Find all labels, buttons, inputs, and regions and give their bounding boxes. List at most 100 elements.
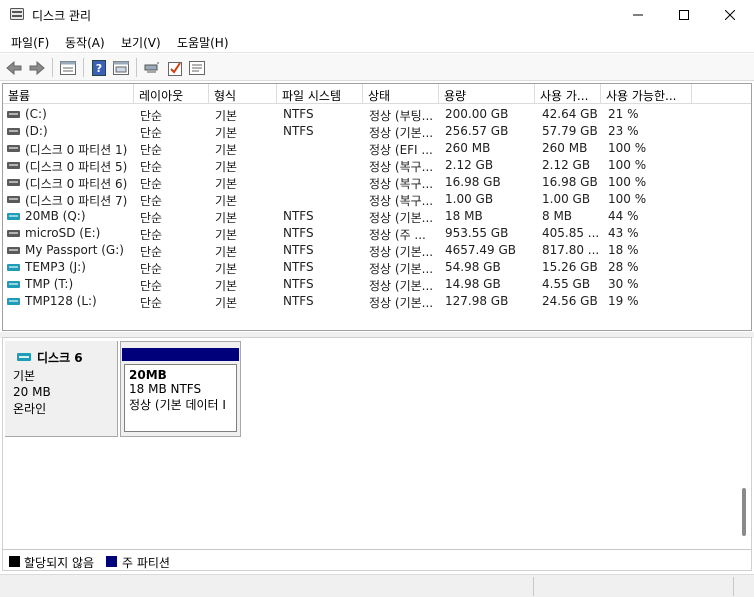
cell-name: TMP128 (L:) <box>25 294 97 308</box>
table-row[interactable]: (디스크 0 파티션 1) 단순 기본 정상 (EFI ... 260 MB 260 MB… <box>3 140 751 157</box>
column-header-filesystem[interactable]: 파일 시스템 <box>277 84 363 104</box>
volume-icon <box>7 179 20 186</box>
cell-status: 정상 (부팅... <box>369 109 434 123</box>
cell-layout: 단순 <box>140 279 163 293</box>
cell-free: 2.12 GB <box>542 158 591 172</box>
connect-icon <box>144 62 159 72</box>
cell-capacity: 200.00 GB <box>445 107 509 121</box>
table-row[interactable]: 20MB (Q:) 단순 기본 NTFS 정상 (기본... 18 MB 8 MB 44 % <box>3 208 751 225</box>
connect-button[interactable] <box>142 58 162 77</box>
cell-name: (C:) <box>25 107 47 121</box>
disk-type: 기본 <box>13 369 36 383</box>
cell-type: 기본 <box>215 296 238 310</box>
minimize-icon <box>633 14 643 16</box>
back-button[interactable] <box>4 58 24 77</box>
cell-free: 42.64 GB <box>542 107 598 121</box>
forward-button[interactable] <box>27 58 47 77</box>
cell-fs: NTFS <box>283 107 314 121</box>
menu-view[interactable]: 보기(V) <box>121 34 161 51</box>
cell-capacity: 256.57 GB <box>445 124 509 138</box>
cell-type: 기본 <box>215 228 238 242</box>
table-row[interactable]: (D:) 단순 기본 NTFS 정상 (기본... 256.57 GB 57.79 GB 23… <box>3 123 751 140</box>
cell-capacity: 14.98 GB <box>445 277 501 291</box>
cell-type: 기본 <box>215 126 238 140</box>
cell-type: 기본 <box>215 211 238 225</box>
status-bar <box>0 574 754 597</box>
partition-block[interactable]: 20MB 18 MB NTFS 정상 (기본 데이터 I <box>120 341 241 437</box>
table-row[interactable]: (C:) 단순 기본 NTFS 정상 (부팅... 200.00 GB 42.64 GB 21… <box>3 106 751 123</box>
column-header-free-percent[interactable]: 사용 가능한... <box>601 84 692 104</box>
volume-list-button[interactable] <box>58 58 78 77</box>
window-title: 디스크 관리 <box>32 9 92 23</box>
help-button[interactable]: ? <box>89 58 109 77</box>
table-row[interactable]: TMP (T:) 단순 기본 NTFS 정상 (기본... 14.98 GB 4.55 GB… <box>3 276 751 293</box>
cell-status: 정상 (복구... <box>369 177 434 191</box>
cell-capacity: 16.98 GB <box>445 175 501 189</box>
cell-layout: 단순 <box>140 245 163 259</box>
cell-capacity: 260 MB <box>445 141 491 155</box>
cell-layout: 단순 <box>140 177 163 191</box>
table-row[interactable]: TEMP3 (J:) 단순 기본 NTFS 정상 (기본... 54.98 GB 15.26… <box>3 259 751 276</box>
cell-layout: 단순 <box>140 262 163 276</box>
cell-name: 20MB (Q:) <box>25 209 86 223</box>
disk-view: 디스크 6 기본 20 MB 온라인 20MB 18 MB NTFS 정상 (기… <box>2 337 752 549</box>
column-header-capacity[interactable]: 용량 <box>439 84 535 104</box>
maximize-icon <box>679 10 689 20</box>
cell-free: 1.00 GB <box>542 192 591 206</box>
partition-details[interactable]: 20MB 18 MB NTFS 정상 (기본 데이터 I <box>124 364 237 432</box>
table-row[interactable]: (디스크 0 파티션 5) 단순 기본 정상 (복구... 2.12 GB 2.12 GB… <box>3 157 751 174</box>
volume-icon <box>7 145 20 152</box>
check-button[interactable] <box>165 58 185 77</box>
volume-icon <box>7 281 20 288</box>
disk-name: 디스크 6 <box>37 351 83 365</box>
cell-status: 정상 (주 ... <box>369 228 426 242</box>
cell-status: 정상 (복구... <box>369 160 434 174</box>
disk-view-button[interactable] <box>111 58 131 77</box>
close-button[interactable] <box>707 0 753 30</box>
column-header-status[interactable]: 상태 <box>363 84 439 104</box>
properties-button[interactable] <box>187 58 207 77</box>
cell-free: 405.85 ... <box>542 226 600 240</box>
table-row[interactable]: (디스크 0 파티션 6) 단순 기본 정상 (복구... 16.98 GB 16.98 … <box>3 174 751 191</box>
volume-list[interactable]: 볼륨 레이아웃 형식 파일 시스템 상태 용량 사용 가... 사용 가능한..… <box>2 83 752 331</box>
cell-free: 4.55 GB <box>542 277 591 291</box>
column-header-free-space[interactable]: 사용 가... <box>535 84 601 104</box>
table-row[interactable]: TMP128 (L:) 단순 기본 NTFS 정상 (기본... 127.98 GB 24.… <box>3 293 751 310</box>
cell-name: (디스크 0 파티션 6) <box>25 177 128 191</box>
primary-partition-bar <box>122 348 239 361</box>
menu-help[interactable]: 도움말(H) <box>177 34 229 51</box>
column-header-layout[interactable]: 레이아웃 <box>134 84 209 104</box>
cell-pct: 21 % <box>608 107 639 121</box>
status-segment <box>534 577 734 596</box>
disk-state: 온라인 <box>13 402 47 416</box>
menu-file[interactable]: 파일(F) <box>11 34 49 51</box>
help-icon: ? <box>92 59 106 76</box>
cell-name: (디스크 0 파티션 5) <box>25 160 128 174</box>
title-bar: 디스크 관리 <box>0 0 754 30</box>
volume-icon <box>7 196 20 203</box>
minimize-button[interactable] <box>615 0 661 30</box>
cell-layout: 단순 <box>140 109 163 123</box>
maximize-button[interactable] <box>661 0 707 30</box>
table-row[interactable]: My Passport (G:) 단순 기본 NTFS 정상 (기본... 4657.49… <box>3 242 751 259</box>
column-header-type[interactable]: 형식 <box>209 84 277 104</box>
cell-status: 정상 (기본... <box>369 279 434 293</box>
cell-capacity: 2.12 GB <box>445 158 494 172</box>
disk-info-panel[interactable]: 디스크 6 기본 20 MB 온라인 <box>5 341 118 437</box>
svg-text:?: ? <box>96 62 102 75</box>
cell-type: 기본 <box>215 160 238 174</box>
cell-type: 기본 <box>215 245 238 259</box>
back-icon <box>6 60 22 75</box>
table-row[interactable]: microSD (E:) 단순 기본 NTFS 정상 (주 ... 953.55 GB 40… <box>3 225 751 242</box>
volume-icon <box>7 213 20 220</box>
cell-free: 15.26 GB <box>542 260 598 274</box>
cell-status: 정상 (EFI ... <box>369 143 433 157</box>
cell-layout: 단순 <box>140 211 163 225</box>
column-header-volume[interactable]: 볼륨 <box>3 84 134 104</box>
cell-name: TMP (T:) <box>25 277 74 291</box>
volume-icon <box>7 111 20 118</box>
table-row[interactable]: (디스크 0 파티션 7) 단순 기본 정상 (복구... 1.00 GB 1.00 GB… <box>3 191 751 208</box>
vertical-scrollbar[interactable] <box>742 488 746 536</box>
menu-action[interactable]: 동작(A) <box>65 34 105 51</box>
cell-fs: NTFS <box>283 226 314 240</box>
